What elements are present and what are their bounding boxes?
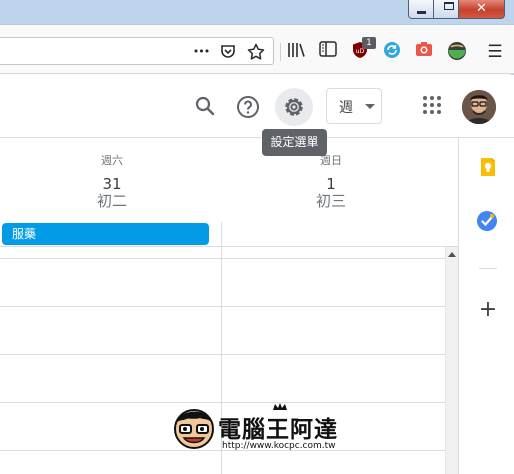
browser-toolbar: ••• uD 1 ☰ — [0, 24, 514, 74]
settings-tooltip: 設定選單 — [262, 129, 327, 156]
calendar-header: 週 — [0, 75, 514, 138]
restore-icon — [444, 2, 454, 10]
sync-extension-icon[interactable] — [381, 41, 403, 63]
grid-scrollbar[interactable] — [445, 247, 458, 474]
side-panel-separator — [479, 268, 497, 269]
help-icon[interactable] — [233, 92, 263, 122]
google-apps-icon[interactable] — [423, 96, 443, 116]
lunar-date: 初三 — [315, 192, 346, 210]
scroll-up-arrow-icon[interactable] — [448, 252, 456, 257]
page-actions-icon[interactable]: ••• — [191, 42, 211, 62]
bookmark-star-icon[interactable] — [246, 42, 266, 62]
day-header-saturday[interactable]: 週六 31 初二 — [62, 153, 162, 210]
close-icon: ✕ — [476, 1, 487, 16]
hour-line — [0, 354, 445, 355]
window-titlebar: ✕ — [0, 0, 514, 24]
hamburger-menu-icon[interactable]: ☰ — [484, 41, 506, 63]
all-day-divider — [0, 246, 458, 247]
account-avatar[interactable] — [462, 90, 496, 124]
day-header-sunday[interactable]: 週日 1 初三 — [281, 153, 381, 210]
tasks-icon[interactable] — [476, 210, 498, 236]
day-number[interactable]: 1 — [281, 176, 381, 192]
side-panel: + — [458, 138, 514, 474]
watermark-mascot-icon — [174, 409, 214, 449]
search-icon[interactable] — [190, 92, 220, 122]
view-switcher-label: 週 — [339, 100, 353, 116]
hour-line — [0, 306, 445, 307]
gear-icon — [285, 98, 303, 116]
watermark: 電腦王阿達 http://www.kocpc.com.tw — [170, 403, 350, 463]
day-name: 週六 — [101, 154, 123, 167]
keep-icon[interactable] — [478, 157, 498, 181]
pocket-icon[interactable] — [218, 42, 238, 62]
watermark-url: http://www.kocpc.com.tw — [222, 441, 336, 451]
lunar-date: 初二 — [96, 192, 127, 210]
svg-text:uD: uD — [356, 48, 365, 55]
minimize-icon — [417, 11, 426, 14]
settings-menu-button[interactable] — [275, 88, 313, 126]
event-chip[interactable]: 服藥 — [2, 223, 209, 245]
restore-button[interactable] — [434, 0, 459, 19]
ublock-badge: 1 — [362, 37, 376, 49]
watermark-title: 電腦王阿達 — [218, 417, 338, 443]
green-extension-icon[interactable] — [446, 41, 468, 63]
view-switcher-dropdown[interactable]: 週 — [326, 88, 382, 124]
day-number[interactable]: 31 — [62, 176, 162, 192]
url-bar[interactable]: ••• — [0, 37, 274, 65]
toolbar-separator — [280, 43, 281, 61]
close-window-button[interactable]: ✕ — [459, 0, 505, 19]
library-icon[interactable] — [286, 41, 308, 63]
minimize-button[interactable] — [408, 0, 434, 19]
add-icon[interactable]: + — [476, 298, 500, 322]
chevron-down-icon — [365, 104, 375, 109]
sidebar-icon[interactable] — [317, 41, 339, 63]
screenshot-icon[interactable] — [413, 41, 435, 63]
